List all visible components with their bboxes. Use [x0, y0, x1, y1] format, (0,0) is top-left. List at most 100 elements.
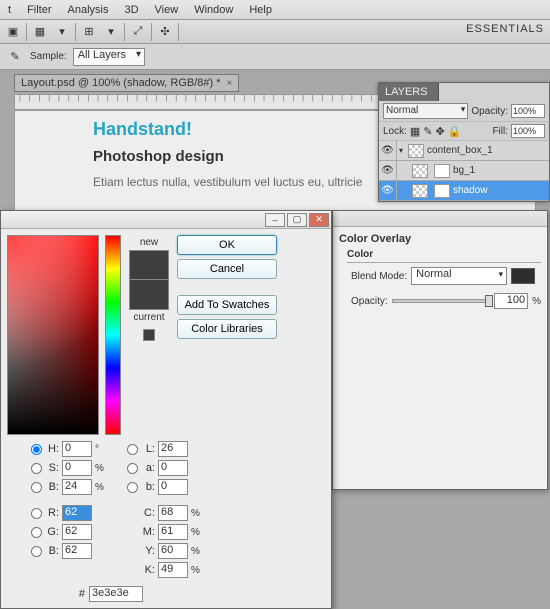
- opacity-field[interactable]: 100%: [511, 104, 545, 118]
- lock-all-icon[interactable]: 🔒: [448, 125, 462, 138]
- zoom-icon[interactable]: ⤢: [129, 23, 147, 41]
- opacity-slider[interactable]: [392, 299, 490, 303]
- lock-paint-icon[interactable]: ✎: [423, 125, 432, 138]
- layer-style-panel: Color Overlay Color Blend Mode: Normal O…: [332, 210, 548, 490]
- color-field[interactable]: [7, 235, 99, 435]
- h-field[interactable]: 0: [62, 441, 92, 457]
- hand-icon[interactable]: ✣: [156, 23, 174, 41]
- layer-item[interactable]: 👁 ▾ content_box_1: [379, 141, 549, 161]
- eyedropper-icon[interactable]: ✎: [6, 48, 24, 66]
- cancel-button[interactable]: Cancel: [177, 259, 277, 279]
- add-swatches-button[interactable]: Add To Swatches: [177, 295, 277, 315]
- hex-field[interactable]: 3e3e3e: [89, 586, 143, 602]
- s-radio[interactable]: [31, 463, 42, 474]
- close-icon[interactable]: ×: [227, 78, 233, 89]
- b-radio[interactable]: [31, 482, 42, 493]
- options-bar: ✎ Sample: All Layers: [0, 44, 550, 70]
- menu-item[interactable]: 3D: [116, 3, 146, 17]
- dialog-titlebar[interactable]: – ▢ ✕: [1, 211, 331, 229]
- section-title: Color: [347, 247, 541, 263]
- new-label: new: [140, 237, 158, 248]
- visibility-icon[interactable]: 👁: [379, 161, 397, 180]
- b3-radio[interactable]: [127, 482, 138, 493]
- bval-field[interactable]: 24: [62, 479, 92, 495]
- b3-field[interactable]: 0: [158, 479, 188, 495]
- blend-mode-label: Blend Mode:: [351, 271, 407, 282]
- view-extras-icon[interactable]: ⊞: [80, 23, 98, 41]
- opacity-value[interactable]: 100: [494, 293, 528, 309]
- g-radio[interactable]: [31, 527, 42, 538]
- layer-name: shadow: [453, 185, 487, 196]
- chevron-down-icon[interactable]: ▾: [397, 146, 405, 155]
- b2-field[interactable]: 62: [62, 543, 92, 559]
- new-color-swatch: [129, 250, 169, 280]
- menu-item[interactable]: Window: [186, 3, 241, 17]
- l-field[interactable]: 26: [158, 441, 188, 457]
- blend-mode-dropdown[interactable]: Normal: [383, 103, 468, 119]
- a-field[interactable]: 0: [158, 460, 188, 476]
- visibility-icon[interactable]: 👁: [379, 181, 397, 200]
- layer-item[interactable]: 👁 shadow: [379, 181, 549, 201]
- maximize-icon[interactable]: ▢: [287, 213, 307, 227]
- current-label: current: [133, 312, 164, 323]
- g-field[interactable]: 62: [62, 524, 92, 540]
- hue-slider[interactable]: [105, 235, 121, 435]
- layer-thumb: [412, 164, 428, 178]
- mask-thumb: [434, 184, 450, 198]
- effect-title: Color Overlay: [339, 233, 541, 245]
- layer-name: bg_1: [453, 165, 475, 176]
- menu-item[interactable]: Analysis: [60, 3, 117, 17]
- document-tab-label: Layout.psd @ 100% (shadow, RGB/8#) *: [21, 77, 221, 89]
- layer-item[interactable]: 👁 bg_1: [379, 161, 549, 181]
- hex-label: #: [71, 588, 85, 600]
- blend-mode-dropdown[interactable]: Normal: [411, 267, 507, 285]
- visibility-icon[interactable]: 👁: [379, 141, 397, 160]
- b2-radio[interactable]: [31, 546, 42, 557]
- r-field[interactable]: 62: [62, 505, 92, 521]
- app-toolbar: ▣ ▦ ▾ ⊞ ▾ ⤢ ✣ ESSENTIALS: [0, 20, 550, 44]
- m-field[interactable]: 61: [158, 524, 188, 540]
- menu-item[interactable]: Help: [241, 3, 280, 17]
- y-field[interactable]: 60: [158, 543, 188, 559]
- l-radio[interactable]: [127, 444, 138, 455]
- opacity-label: Opacity:: [471, 106, 508, 117]
- fill-label: Fill:: [492, 126, 508, 137]
- close-icon[interactable]: ✕: [309, 213, 329, 227]
- color-libraries-button[interactable]: Color Libraries: [177, 319, 277, 339]
- panel-titlebar[interactable]: [333, 211, 547, 227]
- workspace-switcher[interactable]: ESSENTIALS: [464, 20, 546, 38]
- bridge-icon[interactable]: ▦: [31, 23, 49, 41]
- ok-button[interactable]: OK: [177, 235, 277, 255]
- h-radio[interactable]: [31, 444, 42, 455]
- document-tab[interactable]: Layout.psd @ 100% (shadow, RGB/8#) * ×: [14, 74, 239, 92]
- chevron-down-icon[interactable]: ▾: [53, 23, 71, 41]
- a-radio[interactable]: [127, 463, 138, 474]
- r-radio[interactable]: [31, 508, 42, 519]
- warning-swatch[interactable]: [143, 329, 155, 341]
- mask-thumb: [434, 164, 450, 178]
- lock-position-icon[interactable]: ✥: [436, 125, 445, 138]
- chevron-down-icon[interactable]: ▾: [102, 23, 120, 41]
- s-field[interactable]: 0: [62, 460, 92, 476]
- overlay-color-swatch[interactable]: [511, 268, 535, 284]
- color-picker-dialog: – ▢ ✕ new current OK Cancel Add To Swatc…: [0, 210, 332, 609]
- lock-transparency-icon[interactable]: ▦: [410, 125, 420, 138]
- c-field[interactable]: 68: [158, 505, 188, 521]
- k-field[interactable]: 49: [158, 562, 188, 578]
- layer-thumb: [408, 144, 424, 158]
- layer-thumb: [412, 184, 428, 198]
- lock-label: Lock:: [383, 126, 407, 137]
- layers-panel: LAYERS Normal Opacity: 100% Lock: ▦ ✎ ✥ …: [378, 82, 550, 202]
- app-icon: ▣: [4, 23, 22, 41]
- sample-label: Sample:: [30, 51, 67, 62]
- menu-item[interactable]: Filter: [19, 3, 59, 17]
- sample-dropdown[interactable]: All Layers: [73, 48, 145, 66]
- minimize-icon[interactable]: –: [265, 213, 285, 227]
- layers-tab[interactable]: LAYERS: [379, 83, 439, 101]
- layer-list: 👁 ▾ content_box_1 👁 bg_1 👁 shadow: [379, 141, 549, 201]
- menu-bar: t Filter Analysis 3D View Window Help: [0, 0, 550, 20]
- current-color-swatch[interactable]: [129, 280, 169, 310]
- menu-item[interactable]: View: [147, 3, 187, 17]
- menu-item[interactable]: t: [0, 3, 19, 17]
- fill-field[interactable]: 100%: [511, 124, 545, 138]
